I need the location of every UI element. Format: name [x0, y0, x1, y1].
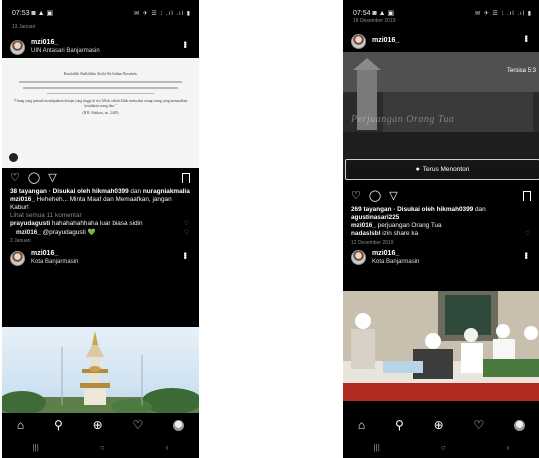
- arabic-line-icon: [19, 81, 182, 83]
- avatar[interactable]: [351, 250, 366, 265]
- post-time: 2 Januari: [10, 238, 31, 244]
- user-tag-icon[interactable]: [9, 153, 18, 162]
- continue-watching-label: Terus Menonton: [422, 166, 470, 173]
- post-caption: mzi016_ perjuangan Orang Tua: [351, 222, 442, 229]
- view-all-comments-link[interactable]: Lihat semua 11 komentar: [2, 212, 199, 220]
- like-heart-icon[interactable]: ♡: [10, 172, 20, 184]
- profile-avatar-icon[interactable]: [514, 419, 526, 431]
- comment-like-icon[interactable]: ♡: [525, 230, 530, 239]
- post-actions: ♡ ◯ ▽: [343, 186, 539, 206]
- status-system-icons: ✉ ✈ ☰ ⁝ .ıl .ıl ▮: [134, 10, 191, 17]
- post-image-quote[interactable]: Rasulullah Shallallahu Alaihi Wa Sallam …: [2, 58, 199, 168]
- arabic-line-icon: [22, 87, 179, 89]
- avatar[interactable]: [10, 39, 25, 55]
- bottom-navigation: ⌂ ⚲ ⊕ ♡: [343, 413, 539, 437]
- activity-heart-icon[interactable]: ♡: [473, 418, 484, 432]
- likes-summary[interactable]: 269 tayangan · Disukai oleh hikmah0399 d…: [343, 206, 539, 222]
- avatar[interactable]: [351, 33, 366, 49]
- add-post-icon[interactable]: ⊕: [434, 418, 444, 432]
- recent-apps-icon[interactable]: |||: [374, 443, 380, 452]
- status-notification-icons: ◙ ▲ ▣: [31, 10, 54, 17]
- activity-heart-icon[interactable]: ♡: [132, 418, 143, 432]
- post-header: mzi016_ Kota Banjarmasin •••: [343, 247, 539, 269]
- profile-avatar-icon[interactable]: [173, 419, 185, 431]
- author-name[interactable]: mzi016_: [372, 250, 419, 258]
- viewer-icon: ●: [415, 166, 420, 173]
- share-send-icon[interactable]: ▽: [48, 172, 56, 184]
- share-send-icon[interactable]: ▽: [389, 190, 397, 202]
- author-location[interactable]: UIN Antasari Banjarmasin: [31, 47, 100, 55]
- system-navigation: ||| ○ ‹: [343, 437, 539, 458]
- add-post-icon[interactable]: ⊕: [93, 418, 103, 432]
- date-caption: 13 Januari: [12, 24, 36, 30]
- system-back-icon[interactable]: ‹: [507, 443, 510, 452]
- bottom-navigation: ⌂ ⚲ ⊕ ♡: [2, 413, 199, 437]
- search-icon[interactable]: ⚲: [395, 418, 404, 432]
- comment-reply: mzi016_ @prayudagusti 💚 ♡: [16, 228, 189, 238]
- bookmark-icon[interactable]: [182, 173, 190, 183]
- system-back-icon[interactable]: ‹: [166, 443, 169, 452]
- comment-item: nadaslsbl izin share ka ♡: [351, 230, 530, 239]
- phone-screenshot-right: 07:54 ◙ ▲ ▣ ✉ ✈ ☰ ⁝ .ıl .ıl ▮ 18 Desembe…: [343, 0, 539, 458]
- more-options-icon[interactable]: •••: [180, 252, 190, 258]
- post-caption: mzi016_ Heheheh... Minta Maaf dan Memaaf…: [10, 196, 172, 211]
- bookmark-icon[interactable]: [523, 191, 531, 201]
- recent-apps-icon[interactable]: |||: [33, 443, 39, 452]
- system-navigation: ||| ○ ‹: [2, 437, 199, 458]
- system-home-icon[interactable]: ○: [100, 443, 105, 452]
- arabic-line-icon: [47, 93, 154, 95]
- quote-source: (H.R. Bukhari, no. 2449): [82, 111, 119, 116]
- like-heart-icon[interactable]: ♡: [351, 190, 361, 202]
- video-remaining-time: Tersisa 5:3: [506, 68, 536, 74]
- more-options-icon[interactable]: •••: [521, 252, 531, 258]
- post-header: mzi016_ UIN Antasari Banjarmasin •••: [2, 36, 199, 58]
- tower-photo: [2, 331, 199, 414]
- video-overlay-title: Perjuangan Orang Tua: [351, 114, 455, 125]
- status-time: 07:53: [12, 10, 30, 17]
- home-icon[interactable]: ⌂: [17, 418, 24, 432]
- author-location[interactable]: Kota Banjarmasin: [31, 258, 78, 266]
- status-notification-icons: ◙ ▲ ▣: [372, 10, 395, 17]
- date-caption: 18 Desember 2019: [353, 18, 396, 24]
- author-name[interactable]: mzi016_: [31, 39, 100, 47]
- home-icon[interactable]: ⌂: [358, 418, 365, 432]
- comment-icon[interactable]: ◯: [28, 172, 40, 184]
- continue-watching-button[interactable]: ● Terus Menonton: [345, 159, 539, 180]
- status-time: 07:54: [353, 10, 371, 17]
- author-location[interactable]: Kota Banjarmasin: [372, 258, 419, 266]
- search-icon[interactable]: ⚲: [54, 418, 63, 432]
- comment-icon[interactable]: ◯: [369, 190, 381, 202]
- more-options-icon[interactable]: •••: [521, 35, 531, 41]
- phone-screenshot-left: 07:53 ◙ ▲ ▣ ✉ ✈ ☰ ⁝ .ıl .ıl ▮ 13 Januari…: [2, 0, 199, 458]
- quote-greeting: Rasulullah Shallallahu Alaihi Wa Sallam …: [63, 72, 138, 76]
- author-name[interactable]: mzi016_: [372, 37, 399, 45]
- quote-text: "Orang yang pemaaf mendapatkan derajat y…: [13, 99, 188, 109]
- comment-like-icon[interactable]: ♡: [184, 220, 189, 229]
- comment-like-icon[interactable]: ♡: [184, 229, 189, 238]
- post-time: 12 Desember 2019: [351, 239, 394, 246]
- post-image-gathering[interactable]: [343, 291, 539, 401]
- post-image-tower[interactable]: [2, 327, 199, 414]
- post-actions: ♡ ◯ ▽: [2, 168, 199, 188]
- more-options-icon[interactable]: •••: [180, 41, 190, 47]
- status-bar: 07:53 ◙ ▲ ▣ ✉ ✈ ☰ ⁝ .ıl .ıl ▮: [2, 0, 199, 24]
- gathering-photo: [343, 291, 539, 401]
- post-header: mzi016_ Kota Banjarmasin •••: [2, 247, 199, 269]
- status-system-icons: ✉ ✈ ☰ ⁝ .ıl .ıl ▮: [475, 10, 532, 17]
- author-name[interactable]: mzi016_: [31, 250, 78, 258]
- comment-item: prayudagusti hahahahahhaha luar biasa si…: [10, 220, 189, 229]
- likes-summary[interactable]: 38 tayangan · Disukai oleh hikmah0399 da…: [2, 188, 199, 196]
- post-header: mzi016_ •••: [343, 30, 539, 52]
- system-home-icon[interactable]: ○: [441, 443, 446, 452]
- avatar[interactable]: [10, 250, 25, 266]
